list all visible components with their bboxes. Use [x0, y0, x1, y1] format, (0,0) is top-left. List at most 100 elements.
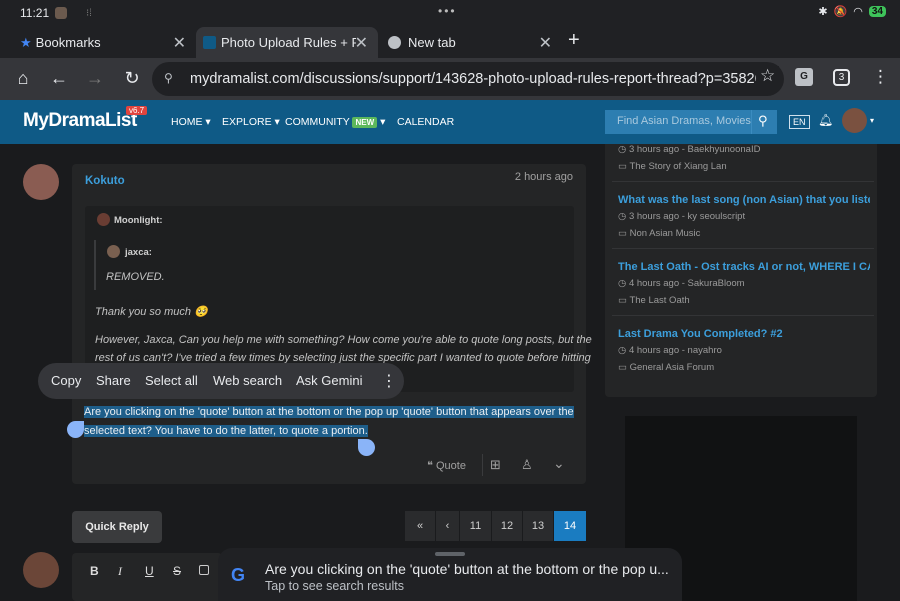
drag-handle[interactable] — [435, 552, 465, 556]
gift-icon[interactable]: ⊞ — [490, 457, 501, 473]
chevron-down-icon[interactable]: ⌄ — [553, 455, 565, 472]
bell-icon[interactable]: 🔔︎ — [818, 113, 833, 127]
mute-icon: 🔕 — [833, 6, 848, 18]
italic-button[interactable]: I — [118, 564, 122, 579]
meta-text: 3 hours ago - BaekhyunoonaID — [628, 144, 761, 155]
my-avatar — [23, 552, 59, 588]
meta-text: 4 hours ago - SakuraBloom — [628, 278, 745, 289]
more-dots-icon: ••• — [438, 4, 457, 18]
site-logo[interactable]: MyDramaList — [23, 110, 137, 132]
forum-text: The Story of Xiang Lan — [629, 161, 727, 172]
bold-button[interactable]: B — [90, 564, 99, 578]
status-time: 11:21 — [20, 6, 50, 20]
tab-label: New tab — [408, 35, 456, 50]
more-options-icon[interactable]: ⋮ — [381, 371, 397, 391]
close-icon[interactable]: ✕ — [173, 33, 186, 53]
sidebar-forum[interactable]: ▭ The Last Oath — [618, 295, 690, 306]
site-settings-icon[interactable]: ⚲ — [164, 71, 173, 85]
meta-text: 3 hours ago - ky seoulscript — [628, 211, 746, 222]
selection-start-handle[interactable] — [67, 421, 84, 438]
language-button[interactable]: EN — [789, 115, 810, 129]
google-search-sheet[interactable]: G Are you clicking on the 'quote' button… — [218, 548, 682, 601]
sidebar-meta: ◷ 3 hours ago - BaekhyunoonaID — [618, 144, 761, 155]
search-button[interactable]: ⚲ — [751, 110, 777, 134]
home-icon[interactable]: ⌂ — [12, 68, 34, 89]
new-tab-button[interactable]: + — [568, 29, 580, 52]
selected-reply-text[interactable]: Are you clicking on the 'quote' button a… — [84, 403, 574, 441]
page-11[interactable]: 11 — [460, 511, 491, 541]
tab-label: Bookmarks — [35, 35, 101, 50]
menu-copy[interactable]: Copy — [51, 373, 81, 388]
tab-strip: ★ Bookmarks ✕ Photo Upload Rules + Rep ✕… — [0, 26, 900, 58]
search-hint: Tap to see search results — [265, 579, 404, 593]
first-page-icon[interactable]: « — [405, 511, 435, 541]
reply-line: Are you clicking on the 'quote' button a… — [84, 406, 574, 418]
audio-icon: ⁝⁞ — [86, 8, 92, 19]
tab-photo-upload[interactable]: Photo Upload Rules + Rep ✕ — [196, 27, 378, 58]
search-query: Are you clicking on the 'quote' button a… — [265, 561, 669, 577]
page-13[interactable]: 13 — [523, 511, 553, 541]
reload-icon[interactable]: ↻ — [121, 68, 143, 89]
tab-bookmarks[interactable]: ★ Bookmarks ✕ — [12, 27, 196, 58]
reply-editor[interactable]: B I U S — [72, 553, 222, 601]
menu-web-search[interactable]: Web search — [213, 373, 282, 388]
tab-label: Photo Upload Rules + Rep — [221, 35, 356, 50]
menu-share[interactable]: Share — [96, 373, 131, 388]
tab-count-button[interactable]: 3 — [833, 69, 850, 86]
translate-icon[interactable]: G — [795, 68, 813, 86]
close-icon[interactable]: ✕ — [355, 33, 368, 53]
selection-end-handle[interactable] — [358, 439, 375, 456]
prev-page-icon[interactable]: ‹ — [436, 511, 459, 541]
site-header: MyDramaList v6.7 HOME ▾ EXPLORE ▾ COMMUN… — [0, 100, 900, 144]
nav-calendar[interactable]: CALENDAR — [397, 116, 454, 128]
chrome-icon — [388, 36, 401, 49]
tab-new-tab[interactable]: New tab ✕ — [380, 27, 562, 58]
nav-explore[interactable]: EXPLORE ▾ — [222, 116, 280, 128]
status-bar: 11:21 ⁝⁞ ••• ✱ 🔕 ◠ 34 — [0, 0, 900, 26]
nav-home[interactable]: HOME ▾ — [171, 116, 211, 128]
page-14-current[interactable]: 14 — [554, 511, 586, 541]
address-bar[interactable]: ⚲ mydramalist.com/discussions/support/14… — [152, 62, 784, 96]
page-12[interactable]: 12 — [492, 511, 522, 541]
sidebar-forum[interactable]: ▭ The Story of Xiang Lan — [618, 161, 727, 172]
meta-text: 4 hours ago - nayahro — [628, 345, 722, 356]
divider — [612, 248, 874, 249]
forum-text: Non Asian Music — [629, 228, 701, 239]
chevron-down-icon[interactable]: ▾ — [870, 116, 874, 125]
forum-text: The Last Oath — [629, 295, 690, 306]
sidebar-forum[interactable]: ▭ General Asia Forum — [618, 362, 714, 373]
sidebar-forum[interactable]: ▭ Non Asian Music — [618, 228, 700, 239]
quote-button[interactable]: ❝ Quote — [427, 459, 466, 472]
strikethrough-button[interactable]: S — [173, 564, 181, 578]
quote-line: However, Jaxca, Can you help me with som… — [95, 334, 592, 346]
checkbox-icon[interactable] — [199, 565, 209, 575]
nav-community[interactable]: COMMUNITY NEW ▾ — [285, 116, 385, 128]
post-author[interactable]: Kokuto — [85, 175, 125, 187]
emoji-icon: 🥺 — [194, 306, 208, 318]
close-icon[interactable]: ✕ — [539, 33, 552, 53]
forward-icon[interactable]: → — [84, 68, 106, 89]
quick-reply-button[interactable]: Quick Reply — [72, 511, 162, 543]
browser-toolbar: ⌂ ← → ↻ ⚲ mydramalist.com/discussions/su… — [0, 58, 900, 100]
site-search-input[interactable]: Find Asian Dramas, Movies — [605, 110, 751, 134]
user-icon[interactable]: ♙ — [521, 457, 533, 473]
bookmark-star-icon[interactable]: ☆ — [756, 66, 780, 86]
menu-icon[interactable]: ⋮ — [872, 67, 889, 87]
sidebar-thread-title[interactable]: What was the last song (non Asian) that … — [618, 194, 870, 206]
sidebar-thread-title[interactable]: The Last Oath - Ost tracks AI or not, WH… — [618, 261, 870, 273]
quote-author: Moonlight: — [114, 215, 163, 226]
forum-text: General Asia Forum — [629, 362, 715, 373]
menu-select-all[interactable]: Select all — [145, 373, 198, 388]
author-avatar[interactable] — [23, 164, 59, 200]
wifi-icon: ◠ — [853, 6, 863, 18]
nested-quote-text: REMOVED. — [106, 271, 165, 283]
user-avatar[interactable] — [842, 108, 867, 133]
url-text: mydramalist.com/discussions/support/1436… — [190, 71, 763, 87]
underline-button[interactable]: U — [145, 564, 154, 578]
menu-ask-gemini[interactable]: Ask Gemini — [296, 373, 362, 388]
google-logo-icon: G — [231, 565, 246, 585]
quote-avatar — [97, 213, 110, 226]
sidebar-thread-title[interactable]: Last Drama You Completed? #2 — [618, 328, 870, 340]
back-icon[interactable]: ← — [48, 68, 70, 89]
nested-quote-avatar — [107, 245, 120, 258]
